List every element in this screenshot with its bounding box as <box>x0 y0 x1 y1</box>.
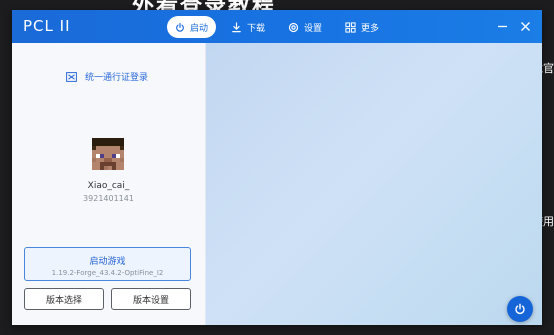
nav-download-label: 下载 <box>247 23 266 34</box>
app-title: PCL II <box>23 17 71 35</box>
power-icon <box>515 303 525 315</box>
nav-more-label: 更多 <box>361 23 380 34</box>
avatar-pixel <box>120 166 124 170</box>
launch-game-button[interactable]: 启动游戏 1.19.2-Forge_43.4.2-OptiFine_I2 <box>24 247 191 281</box>
version-settings-button[interactable]: 版本设置 <box>111 288 191 310</box>
player-name: Xiao_cai_ <box>87 181 130 191</box>
nav-download[interactable]: 下载 <box>223 16 273 38</box>
launch-version-label: 1.19.2-Forge_43.4.2-OptiFine_I2 <box>51 269 164 277</box>
version-select-button[interactable]: 版本选择 <box>24 288 104 310</box>
nav-launch[interactable]: 启动 <box>167 16 216 38</box>
title-bar[interactable]: PCL II 启动 下载 设置 更多 <box>12 10 542 43</box>
nav-launch-label: 启动 <box>189 23 208 34</box>
close-icon <box>520 21 530 31</box>
download-icon <box>232 21 241 32</box>
account-panel: 统一通行证登录 Xiao_cai_ 3921401141 启动游戏 1.19.2… <box>12 43 206 325</box>
nav-settings-label: 设置 <box>304 23 323 34</box>
launch-game-label: 启动游戏 <box>89 257 126 267</box>
desktop: 外看登录教程 戏官 使用 PCL II 启动 <box>0 0 554 335</box>
minimize-icon <box>497 25 507 27</box>
player-avatar[interactable] <box>92 138 124 170</box>
player-id: 3921401141 <box>83 194 134 203</box>
gear-icon <box>288 22 299 32</box>
content-area <box>206 43 542 325</box>
id-card-icon <box>66 71 77 82</box>
login-link-label: 统一通行证登录 <box>85 73 149 83</box>
power-icon <box>176 22 184 32</box>
minimize-button[interactable] <box>495 19 509 33</box>
launch-fab-button[interactable] <box>507 296 533 322</box>
login-link[interactable]: 统一通行证登录 <box>66 70 148 83</box>
nav-settings[interactable]: 设置 <box>280 16 330 38</box>
launcher-window: PCL II 启动 下载 设置 更多 统一通行证登录 Xiao_cai_ 392… <box>12 10 542 325</box>
close-button[interactable] <box>518 19 532 33</box>
grid-icon <box>345 21 356 33</box>
nav-more[interactable]: 更多 <box>337 16 387 38</box>
